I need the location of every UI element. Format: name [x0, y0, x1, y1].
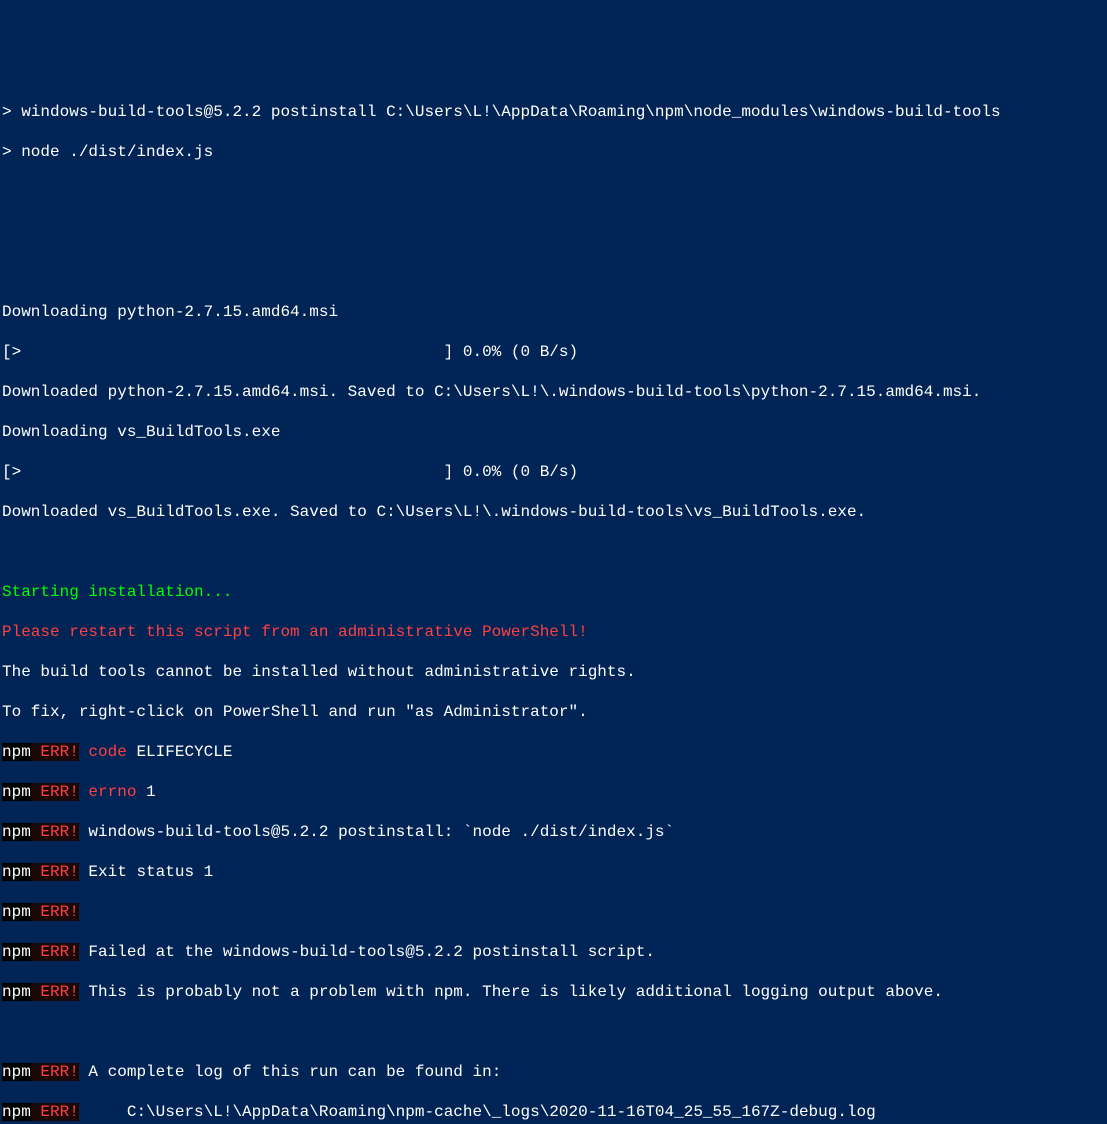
npm-label: npm	[2, 1103, 31, 1121]
npm-label: npm	[2, 743, 31, 761]
progress-bar: [> ] 0.0% (0 B/s)	[2, 462, 1105, 482]
output-line: To fix, right-click on PowerShell and ru…	[2, 702, 1105, 722]
output-line: > node ./dist/index.js	[2, 142, 1105, 162]
npm-error-line: npm ERR!	[2, 902, 1105, 922]
npm-error-line: npm ERR! code ELIFECYCLE	[2, 742, 1105, 762]
output-line: > windows-build-tools@5.2.2 postinstall …	[2, 102, 1105, 122]
prompt-marker: >	[2, 143, 21, 161]
err-label: ERR!	[31, 983, 79, 1001]
err-label: ERR!	[31, 943, 79, 961]
blank-line	[2, 262, 1105, 282]
output-line: Downloaded vs_BuildTools.exe. Saved to C…	[2, 502, 1105, 522]
blank-line	[2, 222, 1105, 242]
err-text: Failed at the windows-build-tools@5.2.2 …	[79, 943, 655, 961]
error-line: Please restart this script from an admin…	[2, 622, 1105, 642]
err-text: C:\Users\L!\AppData\Roaming\npm-cache\_l…	[79, 1103, 876, 1121]
npm-error-line: npm ERR! errno 1	[2, 782, 1105, 802]
npm-label: npm	[2, 823, 31, 841]
text: windows-build-tools@5.2.2 postinstall C:…	[21, 103, 1000, 121]
err-text: Exit status 1	[79, 863, 213, 881]
err-label: ERR!	[31, 1103, 79, 1121]
err-key: errno	[79, 783, 137, 801]
err-label: ERR!	[31, 823, 79, 841]
npm-label: npm	[2, 983, 31, 1001]
progress-bar: [> ] 0.0% (0 B/s)	[2, 342, 1105, 362]
err-label: ERR!	[31, 903, 79, 921]
err-text: A complete log of this run can be found …	[79, 1063, 501, 1081]
blank-line	[2, 1022, 1105, 1042]
output-line: The build tools cannot be installed with…	[2, 662, 1105, 682]
err-text: This is probably not a problem with npm.…	[79, 983, 943, 1001]
err-text: windows-build-tools@5.2.2 postinstall: `…	[79, 823, 674, 841]
npm-error-line: npm ERR! Exit status 1	[2, 862, 1105, 882]
npm-label: npm	[2, 943, 31, 961]
err-value: 1	[136, 783, 155, 801]
prompt-marker: >	[2, 103, 21, 121]
npm-label: npm	[2, 863, 31, 881]
blank-line	[2, 542, 1105, 562]
err-key: code	[79, 743, 127, 761]
status-starting: Starting installation...	[2, 582, 1105, 602]
npm-error-line: npm ERR! A complete log of this run can …	[2, 1062, 1105, 1082]
err-value: ELIFECYCLE	[127, 743, 233, 761]
npm-label: npm	[2, 903, 31, 921]
output-line: Downloading vs_BuildTools.exe	[2, 422, 1105, 442]
err-label: ERR!	[31, 743, 79, 761]
err-label: ERR!	[31, 783, 79, 801]
npm-label: npm	[2, 783, 31, 801]
err-label: ERR!	[31, 863, 79, 881]
npm-error-line: npm ERR! This is probably not a problem …	[2, 982, 1105, 1002]
err-label: ERR!	[31, 1063, 79, 1081]
npm-error-line: npm ERR! windows-build-tools@5.2.2 posti…	[2, 822, 1105, 842]
npm-error-line: npm ERR! C:\Users\L!\AppData\Roaming\npm…	[2, 1102, 1105, 1122]
output-line: Downloaded python-2.7.15.amd64.msi. Save…	[2, 382, 1105, 402]
blank-line	[2, 182, 1105, 202]
text: node ./dist/index.js	[21, 143, 213, 161]
terminal-output[interactable]: > windows-build-tools@5.2.2 postinstall …	[2, 82, 1105, 1124]
output-line: Downloading python-2.7.15.amd64.msi	[2, 302, 1105, 322]
npm-error-line: npm ERR! Failed at the windows-build-too…	[2, 942, 1105, 962]
npm-label: npm	[2, 1063, 31, 1081]
